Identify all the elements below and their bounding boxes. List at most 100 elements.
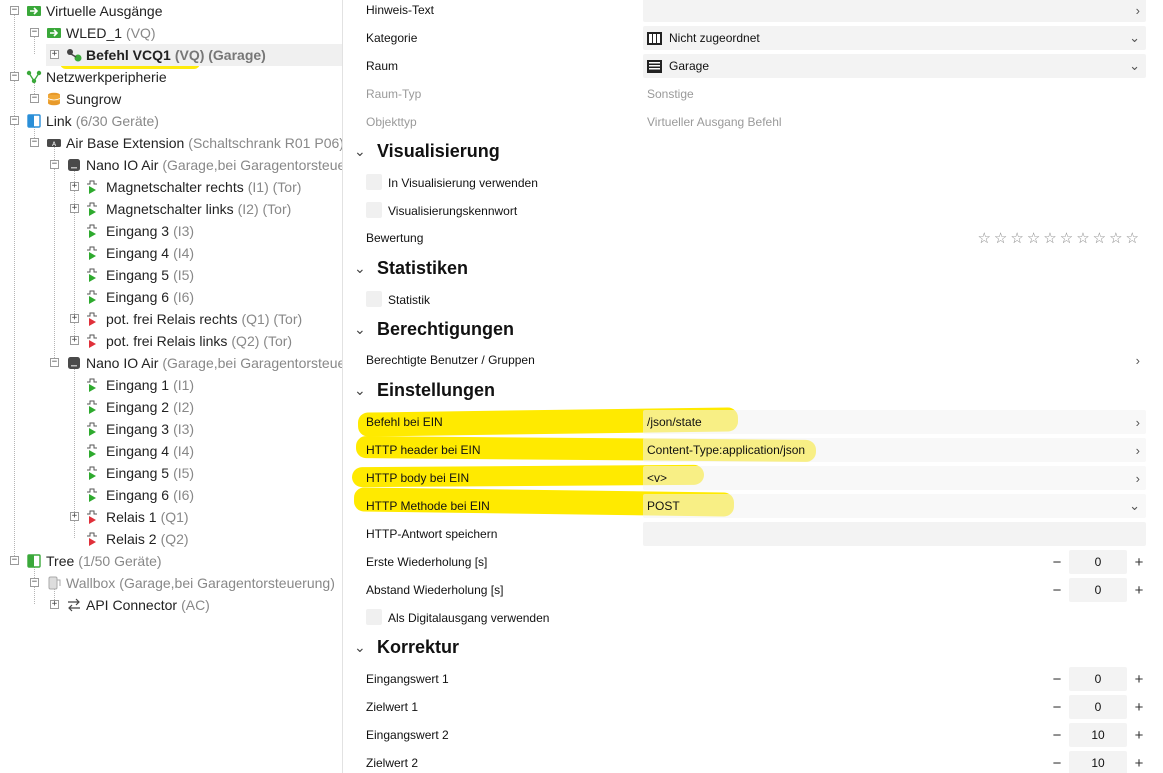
expand-toggle[interactable]: + [70, 314, 79, 323]
minus-icon[interactable]: − [1049, 699, 1065, 716]
minus-icon[interactable]: − [1049, 582, 1065, 599]
tree-node-befehl-vcq1-content[interactable]: Befehl VCQ1 (VQ) (Garage) [66, 44, 266, 66]
tree-node-output[interactable]: pot. frei Relais links (Q2) (Tor) [86, 330, 292, 352]
expand-toggle[interactable]: + [70, 204, 79, 213]
expand-toggle[interactable]: + [70, 512, 79, 521]
http-antwort-field[interactable] [643, 522, 1146, 546]
prop-befehl-ein[interactable]: Befehl bei EIN /json/state › [360, 410, 1146, 434]
section-visualisierung[interactable]: ⌄ Visualisierung [354, 138, 500, 164]
section-korrektur[interactable]: ⌄ Korrektur [354, 634, 459, 660]
visualisierungskennwort-checkbox[interactable] [366, 202, 382, 218]
collapse-toggle[interactable]: − [30, 28, 39, 37]
collapse-toggle[interactable]: − [10, 72, 19, 81]
tree-node-input[interactable]: Magnetschalter rechts (I1) (Tor) [86, 176, 301, 198]
tree-node-tree[interactable]: Tree (1/50 Geräte) [26, 550, 162, 572]
star-icon[interactable]: ☆ [1076, 229, 1089, 247]
http-body-field[interactable]: <v> › [643, 466, 1146, 490]
prop-http-body-ein[interactable]: HTTP body bei EIN <v> › [360, 466, 1146, 490]
stepper-value[interactable]: 0 [1069, 667, 1127, 691]
tree-node-input[interactable]: Eingang 1 (I1) [86, 374, 194, 396]
tree-node-input[interactable]: Eingang 4 (I4) [86, 242, 194, 264]
tree-node-sungrow[interactable]: Sungrow [46, 88, 121, 110]
expand-toggle[interactable]: + [50, 600, 59, 609]
star-icon[interactable]: ☆ [977, 229, 990, 247]
collapse-toggle[interactable]: − [10, 556, 19, 565]
tree-node-input[interactable]: Eingang 3 (I3) [86, 418, 194, 440]
eingangswert-1-stepper[interactable]: − 0 + [1049, 667, 1147, 691]
tree-node-output[interactable]: Relais 2 (Q2) [86, 528, 189, 550]
section-einstellungen[interactable]: ⌄ Einstellungen [354, 377, 495, 403]
tree-node-output[interactable]: Relais 1 (Q1) [86, 506, 189, 528]
tree-node-link[interactable]: Link (6/30 Geräte) [26, 110, 159, 132]
stepper-value[interactable]: 0 [1069, 550, 1127, 574]
tree-node-output[interactable]: pot. frei Relais rechts (Q1) (Tor) [86, 308, 302, 330]
minus-icon[interactable]: − [1049, 727, 1065, 744]
minus-icon[interactable]: − [1049, 671, 1065, 688]
collapse-toggle[interactable]: − [30, 94, 39, 103]
expand-toggle[interactable]: + [50, 50, 59, 59]
tree-node-input[interactable]: Eingang 5 (I5) [86, 462, 194, 484]
minus-icon[interactable]: − [1049, 755, 1065, 772]
tree-node-air-base-extension[interactable]: A Air Base Extension (Schaltschrank R01 … [46, 132, 342, 154]
star-icon[interactable]: ☆ [1043, 229, 1056, 247]
tree-node-netzwerkperipherie[interactable]: Netzwerkperipherie [26, 66, 167, 88]
star-icon[interactable]: ☆ [994, 229, 1007, 247]
prop-http-methode-ein[interactable]: HTTP Methode bei EIN POST ⌄ [360, 494, 1146, 518]
statistik-checkbox[interactable] [366, 291, 382, 307]
stepper-value[interactable]: 10 [1069, 751, 1127, 773]
minus-icon[interactable]: − [1049, 554, 1065, 571]
section-statistiken[interactable]: ⌄ Statistiken [354, 255, 468, 281]
berechtigte-link[interactable]: › [643, 348, 1146, 372]
stepper-value[interactable]: 10 [1069, 723, 1127, 747]
befehl-ein-field[interactable]: /json/state › [643, 410, 1146, 434]
expand-toggle[interactable]: + [70, 182, 79, 191]
stepper-value[interactable]: 0 [1069, 578, 1127, 602]
tree-node-virtuelle-ausgaenge[interactable]: Virtuelle Ausgänge [26, 0, 163, 22]
tree-node-input[interactable]: Eingang 6 (I6) [86, 484, 194, 506]
collapse-toggle[interactable]: − [30, 138, 39, 147]
collapse-toggle[interactable]: − [50, 160, 59, 169]
kategorie-select[interactable]: Nicht zugeordnet ⌄ [643, 26, 1146, 50]
star-icon[interactable]: ☆ [1109, 229, 1122, 247]
digitalausgang-checkbox[interactable] [366, 609, 382, 625]
tree-node-input[interactable]: Eingang 5 (I5) [86, 264, 194, 286]
abstand-wiederholung-stepper[interactable]: − 0 + [1049, 578, 1147, 602]
plus-icon[interactable]: + [1131, 727, 1147, 744]
zielwert-2-stepper[interactable]: − 10 + [1049, 751, 1147, 773]
prop-raum[interactable]: Raum Garage ⌄ [360, 54, 1146, 78]
http-methode-select[interactable]: POST ⌄ [643, 494, 1146, 518]
prop-http-header-ein[interactable]: HTTP header bei EIN Content-Type:applica… [360, 438, 1146, 462]
star-icon[interactable]: ☆ [1060, 229, 1073, 247]
http-header-field[interactable]: Content-Type:application/json › [643, 438, 1146, 462]
tree-node-input[interactable]: Eingang 2 (I2) [86, 396, 194, 418]
prop-http-antwort[interactable]: HTTP-Antwort speichern [360, 522, 1146, 546]
tree-node-input[interactable]: Magnetschalter links (I2) (Tor) [86, 198, 291, 220]
tree-node-input[interactable]: Eingang 3 (I3) [86, 220, 194, 242]
erste-wiederholung-stepper[interactable]: − 0 + [1049, 550, 1147, 574]
collapse-toggle[interactable]: − [10, 116, 19, 125]
stepper-value[interactable]: 0 [1069, 695, 1127, 719]
star-icon[interactable]: ☆ [1027, 229, 1040, 247]
prop-berechtigte[interactable]: Berechtigte Benutzer / Gruppen › [360, 348, 1146, 372]
star-icon[interactable]: ☆ [1126, 229, 1139, 247]
raum-select[interactable]: Garage ⌄ [643, 54, 1146, 78]
tree-node-nano-io-air-2[interactable]: Nano IO Air (Garage,bei Garagentorsteue [66, 352, 342, 374]
collapse-toggle[interactable]: − [30, 578, 39, 587]
collapse-toggle[interactable]: − [50, 358, 59, 367]
star-icon[interactable]: ☆ [1093, 229, 1106, 247]
expand-toggle[interactable]: + [70, 336, 79, 345]
zielwert-1-stepper[interactable]: − 0 + [1049, 695, 1147, 719]
tree-node-nano-io-air-1[interactable]: Nano IO Air (Garage,bei Garagentorsteue [66, 154, 342, 176]
tree-node-api-connector[interactable]: API Connector (AC) [66, 594, 210, 616]
tree-node-wallbox[interactable]: Wallbox (Garage,bei Garagentorsteuerung) [46, 572, 335, 594]
tree-node-wled-1[interactable]: WLED_1 (VQ) [46, 22, 156, 44]
plus-icon[interactable]: + [1131, 582, 1147, 599]
hinweis-field[interactable]: › [643, 0, 1146, 22]
plus-icon[interactable]: + [1131, 755, 1147, 772]
eingangswert-2-stepper[interactable]: − 10 + [1049, 723, 1147, 747]
star-icon[interactable]: ☆ [1010, 229, 1023, 247]
plus-icon[interactable]: + [1131, 699, 1147, 716]
rating-stars[interactable]: ☆ ☆ ☆ ☆ ☆ ☆ ☆ ☆ ☆ ☆ [977, 229, 1139, 247]
tree-node-input[interactable]: Eingang 6 (I6) [86, 286, 194, 308]
plus-icon[interactable]: + [1131, 671, 1147, 688]
